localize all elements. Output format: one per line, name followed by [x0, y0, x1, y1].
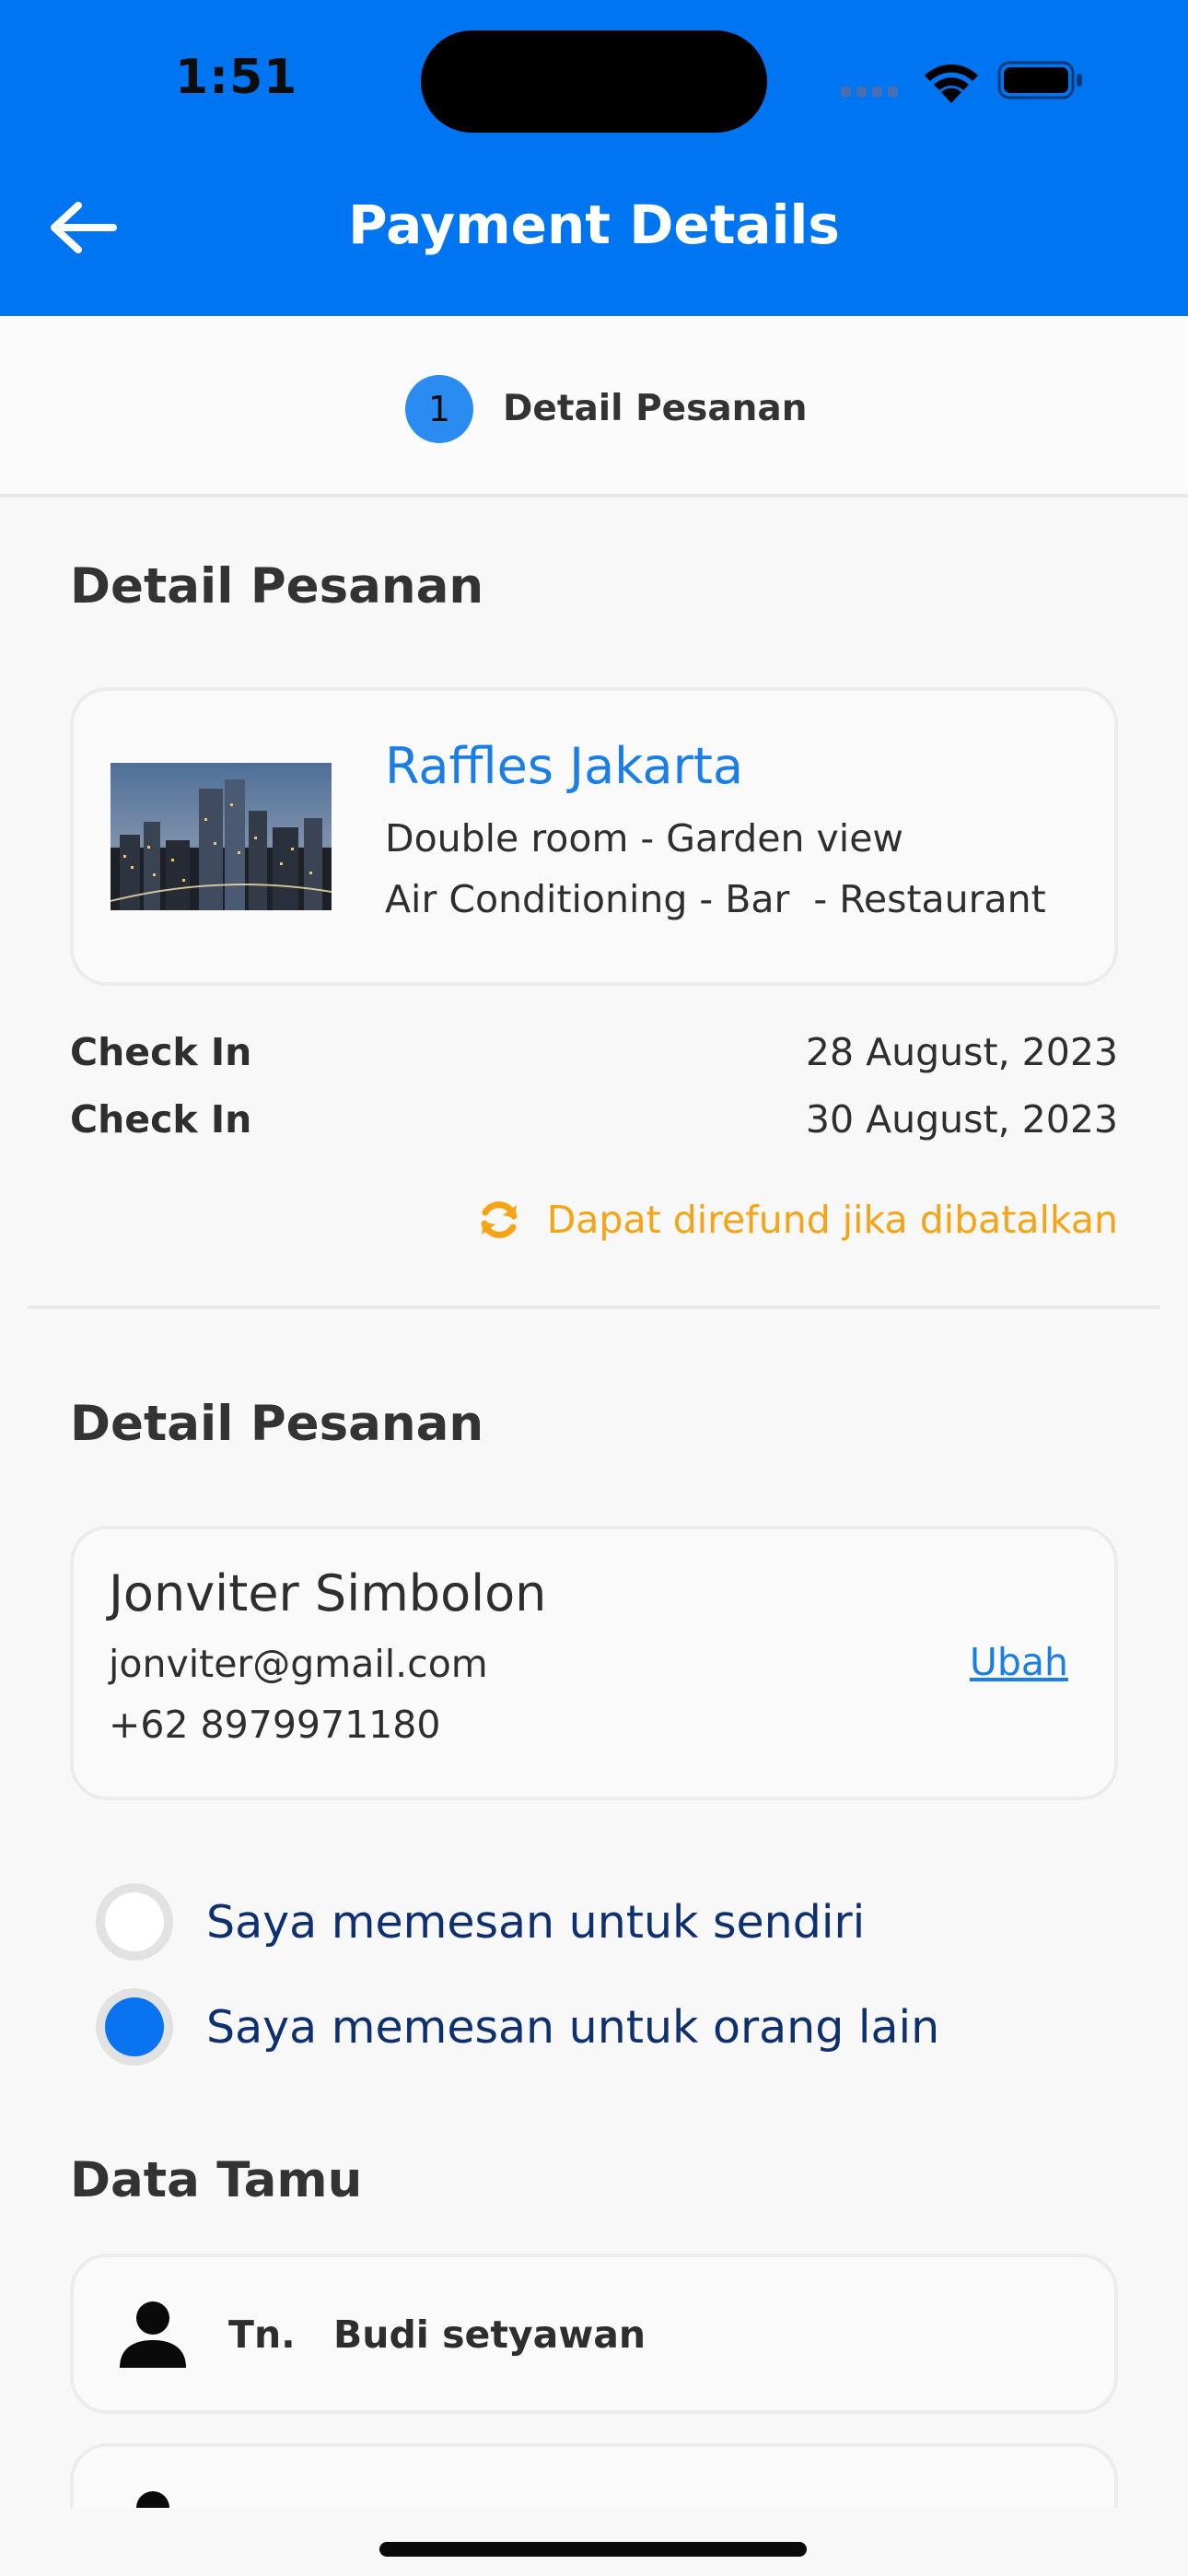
hotel-card[interactable]: Raffles Jakarta Double room - Garden vie…	[70, 687, 1118, 986]
guest-name: Budi setyawan	[333, 2313, 646, 2357]
refresh-icon	[481, 1201, 518, 1238]
radio-indicator-selected	[105, 1997, 164, 2056]
contact-section-title: Detail Pesanan	[70, 1396, 484, 1452]
person-icon	[120, 2301, 186, 2368]
radio-button[interactable]	[96, 1988, 173, 2066]
check-in-date: 28 August, 2023	[805, 1030, 1118, 1074]
guest-title: Tn.	[228, 2313, 296, 2357]
progress-stepper: 1 Detail Pesanan	[0, 316, 1188, 498]
order-section-title: Detail Pesanan	[70, 558, 484, 615]
radio-option-self[interactable]: Saya memesan untuk sendiri	[96, 1883, 865, 1961]
wifi-icon	[925, 64, 978, 103]
step-label: Detail Pesanan	[503, 388, 808, 429]
dynamic-island	[421, 30, 767, 133]
check-out-label: Check In	[70, 1097, 252, 1142]
guest-card[interactable]: Tn. Budi setyawan	[70, 2254, 1118, 2414]
room-type: Double room - Garden view	[385, 816, 903, 861]
contact-card: Jonviter Simbolon jonviter@gmail.com +62…	[70, 1526, 1118, 1800]
radio-button[interactable]	[96, 1883, 173, 1961]
scroll-content[interactable]: 1:51 Payment Details 1 Detail Pesanan De…	[0, 0, 1188, 2508]
person-icon	[136, 2491, 169, 2508]
status-time: 1:51	[175, 50, 298, 105]
step-number-badge: 1	[405, 375, 473, 443]
refund-info: Dapat direfund jika dibatalkan	[477, 1198, 1118, 1242]
radio-option-other[interactable]: Saya memesan untuk orang lain	[96, 1988, 939, 2066]
hotel-thumbnail	[111, 763, 332, 910]
guest-section-title: Data Tamu	[70, 2152, 363, 2208]
contact-email: jonviter@gmail.com	[109, 1642, 488, 1686]
radio-option-label: Saya memesan untuk sendiri	[206, 1895, 866, 1949]
edit-contact-link[interactable]: Ubah	[970, 1640, 1068, 1684]
home-indicator[interactable]	[379, 2542, 807, 2557]
section-divider	[28, 1306, 1160, 1309]
radio-indicator	[105, 1892, 164, 1951]
payment-details-screen: 1:51 Payment Details 1 Detail Pesanan De…	[0, 0, 1188, 2576]
check-out-date: 30 August, 2023	[805, 1097, 1118, 1142]
cellular-signal-icon	[841, 87, 898, 97]
app-header: 1:51 Payment Details	[0, 0, 1188, 316]
contact-phone: +62 8979971180	[109, 1703, 441, 1747]
page-title: Payment Details	[348, 193, 840, 256]
battery-icon	[997, 61, 1082, 100]
hotel-facilities: Air Conditioning - Bar - Restaurant	[385, 877, 1046, 921]
hotel-name: Raffles Jakarta	[385, 737, 744, 795]
refund-text: Dapat direfund jika dibatalkan	[546, 1198, 1118, 1242]
contact-name: Jonviter Simbolon	[109, 1564, 547, 1622]
guest-card-partial[interactable]	[70, 2443, 1118, 2508]
radio-option-label: Saya memesan untuk orang lain	[206, 2000, 940, 2054]
check-in-label: Check In	[70, 1030, 252, 1074]
